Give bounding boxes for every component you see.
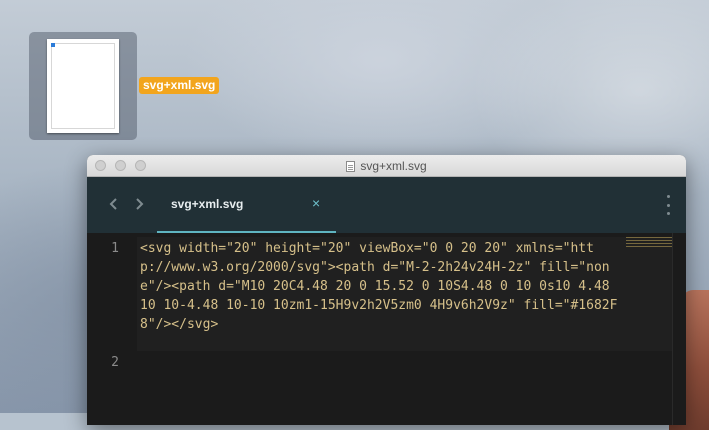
code-editor[interactable]: 1 2 <svg width="20" height="20" viewBox=… [87,233,686,425]
back-button[interactable] [103,193,125,215]
tab-label: svg+xml.svg [171,197,244,211]
line-number: 2 [111,355,119,370]
forward-button[interactable] [128,193,150,215]
chevron-left-icon [109,198,117,210]
window-title: svg+xml.svg [360,159,427,173]
tab-bar: svg+xml.svg × [87,177,686,233]
tab-svg-xml[interactable]: svg+xml.svg × [157,177,336,233]
desktop-file-label[interactable]: svg+xml.svg [139,77,220,94]
vertical-scrollbar[interactable] [672,233,686,425]
line-number-gutter: 1 2 [87,233,137,425]
desktop-file-icon[interactable] [29,32,137,140]
code-line[interactable]: <svg width="20" height="20" viewBox="0 0… [140,239,625,334]
window-title-group: svg+xml.svg [87,155,686,177]
tab-close-button[interactable]: × [312,196,320,210]
minimap[interactable] [626,237,672,249]
chevron-right-icon [136,198,144,210]
svg-file-icon [47,39,119,133]
editor-window: svg+xml.svg svg+xml.svg × 1 2 <svg width… [87,155,686,425]
title-bar[interactable]: svg+xml.svg [87,155,686,177]
line-number: 1 [111,241,119,256]
vertical-ellipsis-icon[interactable] [664,195,672,215]
document-icon [346,160,356,172]
